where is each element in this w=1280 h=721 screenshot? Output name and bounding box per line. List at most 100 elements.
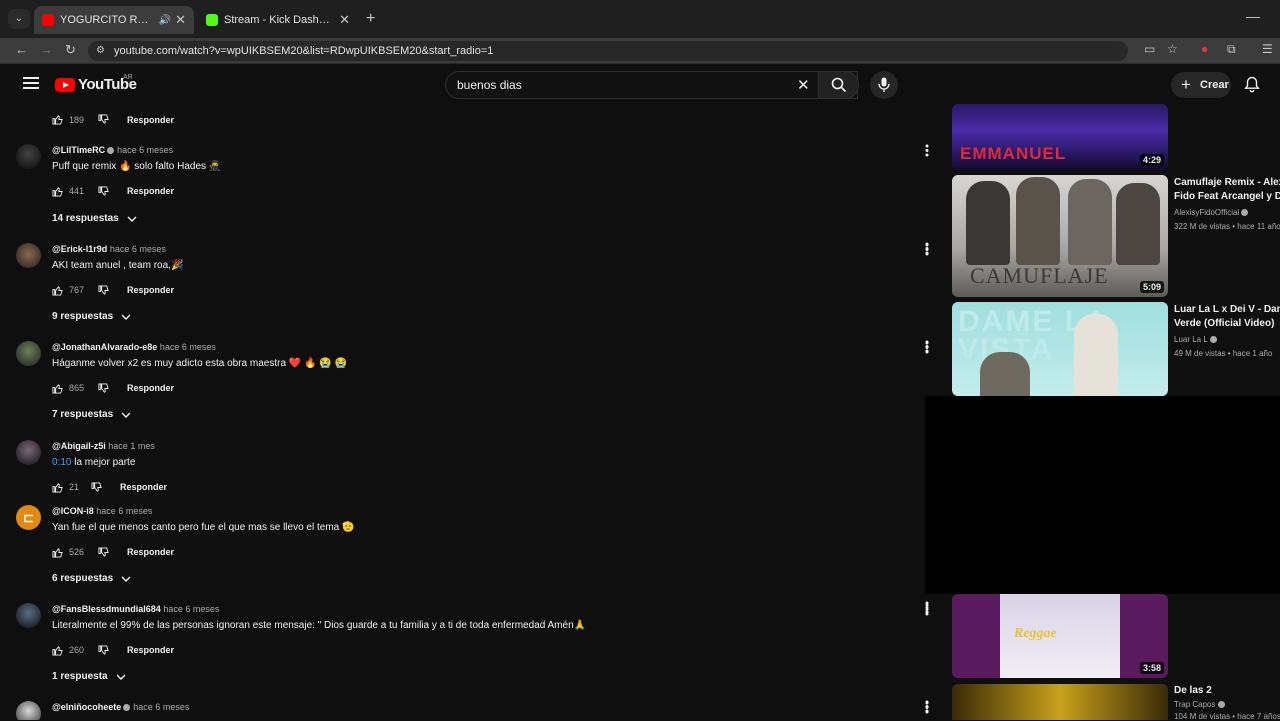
comment-author[interactable]: @FansBlessdmundial684 [52, 604, 161, 614]
more-options-icon[interactable] [925, 601, 929, 614]
like-icon[interactable] [52, 114, 63, 125]
dislike-icon[interactable] [98, 284, 109, 296]
replies-toggle[interactable]: 9 respuestas [52, 311, 131, 322]
replies-toggle[interactable]: 1 respuesta [52, 671, 126, 682]
like-icon[interactable] [52, 547, 63, 558]
dislike-icon[interactable] [98, 185, 109, 197]
avatar[interactable] [16, 144, 41, 169]
avatar[interactable] [16, 440, 41, 465]
voice-search-button[interactable] [870, 71, 898, 99]
create-button[interactable]: + Crear [1171, 72, 1231, 98]
tab-title: Stream - Kick Dashboard [224, 14, 336, 26]
new-tab-button[interactable]: + [366, 10, 375, 28]
channel-name[interactable]: AlexisyFidoOfficial [1174, 208, 1239, 217]
comment-time[interactable]: hace 6 meses [160, 342, 216, 352]
reply-button[interactable]: Responder [127, 547, 174, 557]
like-icon[interactable] [52, 186, 63, 197]
comment-author[interactable]: @Abigail-z5i [52, 441, 106, 451]
comment-author[interactable]: @LilTimeRC [52, 145, 105, 155]
like-icon[interactable] [52, 482, 63, 493]
related-video-thumbnail[interactable]: EMMANUEL 4:29 [952, 104, 1168, 170]
replies-toggle[interactable]: 6 respuestas [52, 573, 131, 584]
tab-search-button[interactable]: ⌄ [8, 9, 30, 29]
hamburger-menu-icon[interactable] [23, 77, 39, 89]
extension-icon[interactable]: ● [1201, 42, 1208, 56]
replies-toggle[interactable]: 14 respuestas [52, 213, 137, 224]
avatar[interactable] [16, 341, 41, 366]
cast-icon[interactable]: ▭ [1144, 42, 1155, 56]
search-button[interactable] [818, 71, 859, 99]
avatar[interactable] [16, 701, 41, 720]
reply-button[interactable]: Responder [127, 383, 174, 393]
dislike-icon[interactable] [98, 644, 109, 656]
comment-time[interactable]: hace 1 mes [108, 441, 155, 451]
minimize-button[interactable]: — [1246, 8, 1260, 24]
bookmark-star-icon[interactable]: ☆ [1167, 42, 1178, 56]
tab-youtube[interactable]: YOGURCITO REMIX (feat. Ki 🔊 ✕ [34, 6, 194, 34]
related-video-info[interactable]: De las 2 Trap Capos 104 M de vistas • ha… [1174, 684, 1280, 721]
youtube-header: YouTube AR buenos dias ✕ + Crear [0, 64, 1280, 104]
like-icon[interactable] [52, 383, 63, 394]
dislike-icon[interactable] [91, 481, 102, 493]
avatar[interactable]: ⊏ [16, 505, 41, 530]
like-icon[interactable] [52, 645, 63, 656]
dislike-icon[interactable] [98, 114, 109, 125]
dislike-icon[interactable] [98, 546, 109, 558]
comment-author[interactable]: @JonathanAlvarado-e8e [52, 342, 157, 352]
close-tab-icon[interactable]: ✕ [339, 12, 350, 28]
related-video-thumbnail[interactable]: Reggae 3:58 [952, 594, 1168, 678]
comment-time[interactable]: hace 6 meses [133, 702, 189, 712]
video-title[interactable]: Camuflaje Remix - Alexis [1174, 176, 1280, 190]
extensions-icon[interactable]: ⧉ [1227, 42, 1236, 57]
search-value: buenos dias [457, 78, 522, 92]
comment-author[interactable]: @elniñocoheete [52, 702, 121, 712]
site-info-icon[interactable]: ⚙ [96, 41, 105, 61]
replies-toggle[interactable]: 7 respuestas [52, 409, 131, 420]
more-options-icon[interactable] [925, 242, 929, 255]
dislike-icon[interactable] [98, 382, 109, 394]
url-input[interactable]: ⚙ youtube.com/watch?v=wpUIKBSEM20&list=R… [88, 41, 1128, 61]
speaker-icon[interactable]: 🔊 [159, 15, 171, 26]
reply-button[interactable]: Responder [127, 645, 174, 655]
menu-icon[interactable]: ☰ [1262, 42, 1273, 56]
forward-icon[interactable]: → [40, 42, 53, 57]
notifications-bell-icon[interactable] [1244, 76, 1260, 93]
comment-time[interactable]: hace 6 meses [117, 145, 173, 155]
reply-button[interactable]: Responder [127, 115, 174, 125]
reload-icon[interactable]: ↻ [65, 42, 76, 58]
comment-time[interactable]: hace 6 meses [110, 244, 166, 254]
channel-name[interactable]: Trap Capos [1174, 700, 1216, 709]
reply-button[interactable]: Responder [127, 285, 174, 295]
more-options-icon[interactable] [925, 340, 929, 353]
video-title[interactable]: Luar La L x Dei V - Dame [1174, 303, 1280, 317]
more-options-icon[interactable] [925, 700, 929, 713]
more-options-icon[interactable] [925, 144, 929, 157]
avatar[interactable] [16, 243, 41, 268]
replies-count: 14 respuestas [52, 213, 119, 224]
related-video-thumbnail[interactable]: DAME LA VISTA [952, 302, 1168, 396]
comment-author[interactable]: @ICON-i8 [52, 506, 94, 516]
comment-time[interactable]: hace 6 meses [96, 506, 152, 516]
avatar[interactable] [16, 603, 41, 628]
video-title[interactable]: Fido Feat Arcangel y De L [1174, 190, 1280, 204]
back-icon[interactable]: ← [15, 42, 28, 57]
related-video-info[interactable]: Camuflaje Remix - Alexis Fido Feat Arcan… [1174, 176, 1280, 231]
tab-kick[interactable]: Stream - Kick Dashboard ✕ [198, 6, 358, 34]
like-count: 21 [69, 482, 80, 492]
close-tab-icon[interactable]: ✕ [175, 12, 186, 28]
reply-button[interactable]: Responder [120, 482, 167, 492]
clear-search-icon[interactable]: ✕ [797, 76, 810, 94]
related-video-thumbnail[interactable]: CAMUFLAJE 5:09 [952, 175, 1168, 297]
video-title[interactable]: Verde (Official Video) [1174, 317, 1280, 331]
like-count: 189 [69, 114, 85, 125]
timestamp-link[interactable]: 0:10 [52, 457, 71, 468]
like-icon[interactable] [52, 285, 63, 296]
comment-time[interactable]: hace 6 meses [163, 604, 219, 614]
channel-name[interactable]: Luar La L [1174, 335, 1208, 344]
reply-button[interactable]: Responder [127, 186, 174, 196]
youtube-logo[interactable]: YouTube AR [55, 74, 137, 93]
related-video-info[interactable]: Luar La L x Dei V - Dame Verde (Official… [1174, 303, 1280, 358]
comment-author[interactable]: @Erick-l1r9d [52, 244, 107, 254]
video-title[interactable]: De las 2 [1174, 684, 1280, 698]
related-video-thumbnail[interactable] [952, 684, 1168, 720]
